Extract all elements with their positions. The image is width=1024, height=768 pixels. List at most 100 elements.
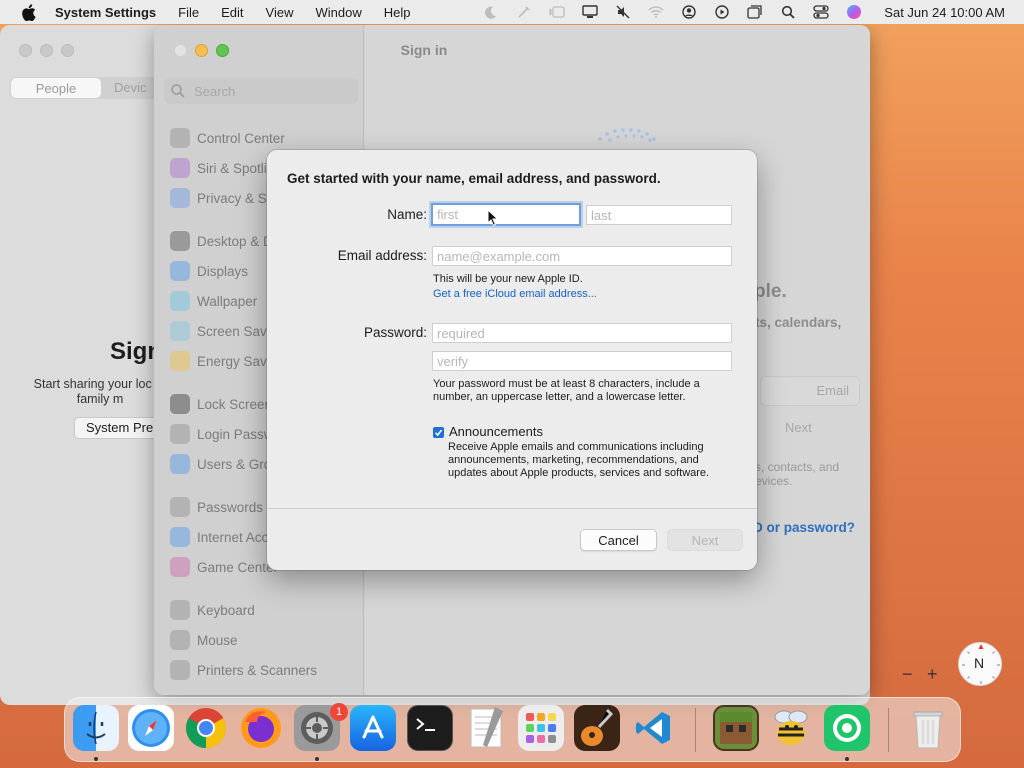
terminal-icon[interactable]	[407, 705, 453, 751]
app-store-icon[interactable]	[350, 705, 396, 751]
pane-next-button[interactable]: Next	[785, 420, 812, 435]
apple-id-note: This will be your new Apple ID.	[433, 273, 583, 285]
sidebar-item-desktop-d[interactable]: Desktop & D	[170, 230, 273, 252]
hidden-text-fragment: ts, calendars,	[755, 315, 842, 330]
sidebar-item-screen-save[interactable]: Screen Save	[170, 320, 274, 342]
zoom-dot-icon[interactable]	[61, 44, 74, 57]
bee-app-icon[interactable]	[768, 705, 814, 751]
sidebar-item-siri-spotli[interactable]: Siri & Spotli	[170, 157, 267, 179]
wifi-icon[interactable]	[647, 3, 665, 21]
sidebar-item-label: Control Center	[197, 130, 285, 146]
sidebar-item-label: Privacy & S	[197, 190, 267, 206]
close-dot-icon[interactable]	[19, 44, 32, 57]
sidebar-item-game-center[interactable]: Game Center	[170, 556, 278, 578]
announcements-note-line3: updates about Apple products, services a…	[448, 467, 710, 479]
file-menu[interactable]: File	[178, 5, 199, 20]
launchpad-icon[interactable]	[518, 705, 564, 751]
trash-icon[interactable]	[905, 705, 951, 751]
minimize-dot-icon[interactable]	[40, 44, 53, 57]
wrench-icon[interactable]	[515, 3, 533, 21]
windows-icon[interactable]	[746, 3, 764, 21]
finder-icon[interactable]	[73, 705, 119, 751]
status-area: Sat Jun 24 10:00 AM	[482, 0, 1024, 24]
background-window-controls	[19, 44, 74, 57]
last-name-input[interactable]	[586, 205, 732, 225]
spotlight-search-icon[interactable]	[779, 3, 797, 21]
sidebar-item-printers-scanners[interactable]: Printers & Scanners	[170, 659, 317, 681]
garageband-icon[interactable]	[574, 705, 620, 751]
sidebar-item-login-passw[interactable]: Login Passw	[170, 423, 274, 445]
chrome-icon[interactable]	[183, 705, 229, 751]
menubar-clock[interactable]: Sat Jun 24 10:00 AM	[884, 5, 1005, 20]
name-label: Name:	[387, 207, 427, 222]
minecraft-icon[interactable]	[713, 705, 759, 751]
view-menu[interactable]: View	[266, 5, 294, 20]
green-app-icon[interactable]	[824, 705, 870, 751]
hidden-text-fragment: evices.	[755, 474, 793, 488]
settings-notification-badge: 1	[330, 703, 348, 721]
game-center-icon	[170, 557, 190, 577]
verify-password-input[interactable]	[432, 351, 732, 371]
login-password-icon	[170, 424, 190, 444]
compass-button[interactable]: N	[958, 642, 1002, 686]
icloud-email-link[interactable]: Get a free iCloud email address...	[433, 288, 597, 300]
sidebar-item-displays[interactable]: Displays	[170, 260, 248, 282]
announcements-label[interactable]: Announcements	[449, 424, 543, 439]
sidebar-item-lock-screen[interactable]: Lock Screen	[170, 393, 272, 415]
devices-segment[interactable]: Devic	[102, 77, 147, 99]
app-name-menu[interactable]: System Settings	[55, 5, 156, 20]
password-requirements-line2: number, an uppercase letter, and a lower…	[433, 391, 686, 403]
user-account-icon[interactable]	[680, 3, 698, 21]
sidebar-item-control-center[interactable]: Control Center	[170, 127, 285, 149]
forgot-password-link[interactable]: D or password?	[753, 520, 855, 535]
sidebar-item-keyboard[interactable]: Keyboard	[170, 599, 255, 621]
stage-manager-icon[interactable]	[548, 3, 566, 21]
sidebar-item-label: Mouse	[197, 632, 238, 648]
energy-icon	[170, 351, 190, 371]
next-button[interactable]: Next	[667, 529, 743, 551]
dialog-heading: Get started with your name, email addres…	[287, 171, 661, 186]
sidebar-item-label: Internet Acc	[197, 529, 269, 545]
edit-menu[interactable]: Edit	[221, 5, 243, 20]
mouse-pointer-icon	[487, 209, 499, 227]
announcements-note-line1: Receive Apple emails and communications …	[448, 441, 704, 453]
window-menu[interactable]: Window	[315, 5, 361, 20]
sidebar-search-field[interactable]: Search	[164, 78, 358, 104]
sidebar-item-mouse[interactable]: Mouse	[170, 629, 238, 651]
sidebar-item-label: Energy Save	[197, 353, 275, 369]
printer-icon	[170, 660, 190, 680]
people-segment[interactable]: People	[11, 78, 101, 98]
apple-id-email-field[interactable]: Email	[760, 376, 860, 406]
sidebar-item-wallpaper[interactable]: Wallpaper	[170, 290, 257, 312]
moon-icon[interactable]	[482, 3, 500, 21]
announcements-checkbox[interactable]	[433, 427, 444, 438]
zoom-in-button[interactable]: +	[927, 664, 938, 685]
password-requirements-line1: Your password must be at least 8 charact…	[433, 378, 700, 390]
control-center-icon	[170, 128, 190, 148]
cancel-button[interactable]: Cancel	[580, 529, 657, 551]
screen-saver-icon	[170, 321, 190, 341]
sidebar-item-energy-save[interactable]: Energy Save	[170, 350, 274, 372]
safari-icon[interactable]	[128, 705, 174, 751]
sidebar-item-label: Wallpaper	[197, 293, 258, 309]
control-center-icon[interactable]	[812, 3, 830, 21]
first-name-input[interactable]	[431, 203, 581, 226]
zoom-out-button[interactable]: −	[902, 664, 913, 685]
help-menu[interactable]: Help	[384, 5, 411, 20]
siri-icon[interactable]	[845, 3, 863, 21]
email-address-input[interactable]	[432, 246, 732, 266]
sidebar-item-passwords[interactable]: Passwords	[170, 496, 263, 518]
password-input[interactable]	[432, 323, 732, 343]
mute-icon[interactable]	[614, 3, 632, 21]
firefox-icon[interactable]	[238, 705, 284, 751]
sidebar-item-internet-acc[interactable]: Internet Acc	[170, 526, 268, 548]
display-icon[interactable]	[581, 3, 599, 21]
textedit-icon[interactable]	[463, 705, 509, 751]
apple-menu-icon[interactable]	[17, 1, 39, 23]
sidebar-item-privacy-s[interactable]: Privacy & S	[170, 187, 267, 209]
sidebar-item-label: Printers & Scanners	[197, 662, 318, 678]
vscode-icon[interactable]	[631, 705, 677, 751]
sidebar-item-users-gro[interactable]: Users & Gro	[170, 453, 271, 475]
green-app-running-indicator	[845, 757, 849, 761]
play-icon[interactable]	[713, 3, 731, 21]
